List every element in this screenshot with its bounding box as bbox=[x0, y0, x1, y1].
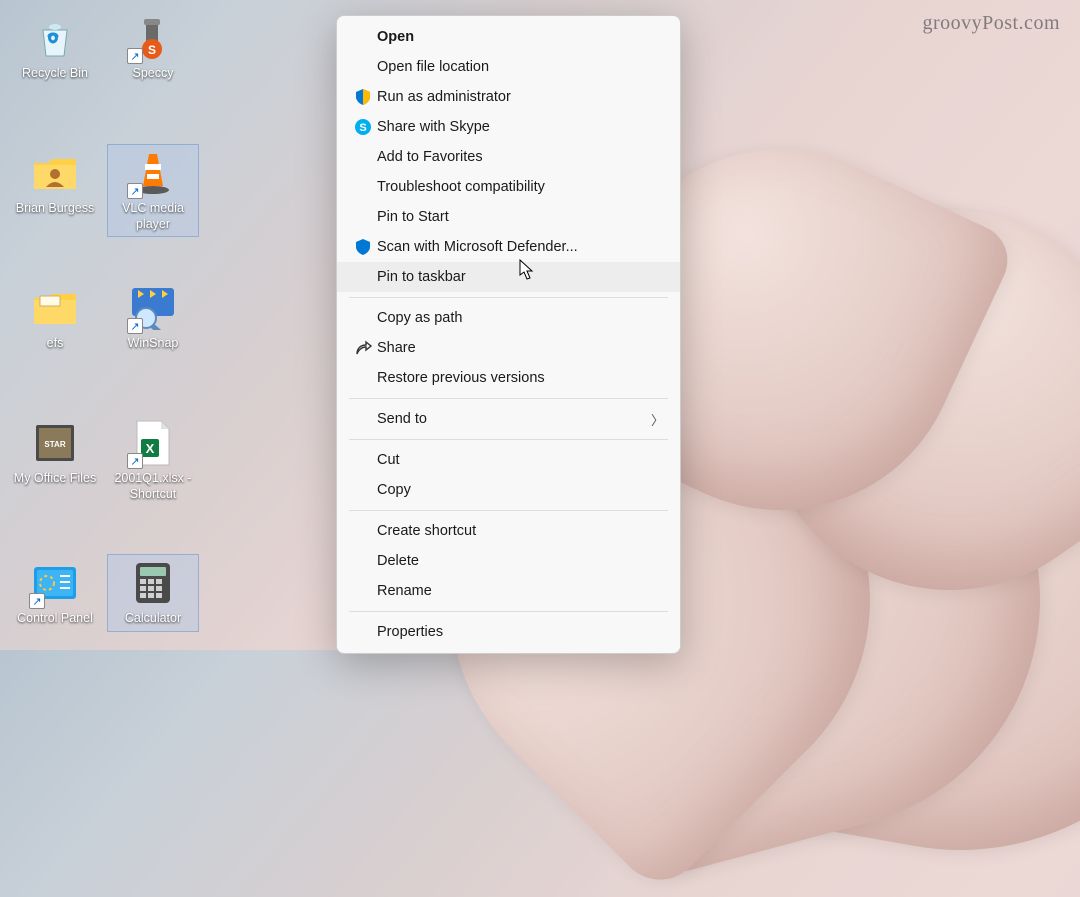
icon-label: Recycle Bin bbox=[22, 66, 88, 82]
vlc-icon: ↗ bbox=[129, 149, 177, 197]
menu-item-label: Add to Favorites bbox=[377, 149, 664, 165]
menu-item-label: Copy as path bbox=[377, 310, 664, 326]
desktop-icon-speccy[interactable]: S ↗ Speccy bbox=[108, 10, 198, 86]
menu-item-label: Pin to Start bbox=[377, 209, 664, 225]
menu-item-pin-start[interactable]: Pin to Start bbox=[337, 202, 680, 232]
desktop-icon-excel-shortcut[interactable]: X ↗ 2001Q1.xlsx - Shortcut bbox=[108, 415, 198, 506]
shortcut-overlay-icon: ↗ bbox=[127, 183, 143, 199]
speccy-icon: S ↗ bbox=[129, 14, 177, 62]
icon-label: Calculator bbox=[125, 611, 181, 627]
menu-item-share[interactable]: Share bbox=[337, 333, 680, 363]
menu-item-label: Create shortcut bbox=[377, 523, 664, 539]
icon-label: Speccy bbox=[133, 66, 174, 82]
menu-item-label: Restore previous versions bbox=[377, 370, 664, 386]
menu-item-run-as-admin[interactable]: Run as administrator bbox=[337, 82, 680, 112]
menu-item-create-shortcut[interactable]: Create shortcut bbox=[337, 516, 680, 546]
menu-item-label: Open file location bbox=[377, 59, 664, 75]
menu-item-defender-scan[interactable]: Scan with Microsoft Defender... bbox=[337, 232, 680, 262]
shortcut-overlay-icon: ↗ bbox=[127, 453, 143, 469]
menu-item-label: Troubleshoot compatibility bbox=[377, 179, 664, 195]
menu-item-label: Open bbox=[377, 29, 664, 45]
icon-label: Brian Burgess bbox=[16, 201, 95, 217]
menu-item-cut[interactable]: Cut bbox=[337, 445, 680, 475]
shortcut-overlay-icon: ↗ bbox=[29, 593, 45, 609]
svg-text:S: S bbox=[148, 43, 156, 57]
icon-label: 2001Q1.xlsx - Shortcut bbox=[110, 471, 196, 502]
folder-icon bbox=[31, 284, 79, 332]
icon-label: WinSnap bbox=[128, 336, 179, 352]
menu-item-label: Run as administrator bbox=[377, 89, 664, 105]
menu-item-send-to[interactable]: Send to 〉 bbox=[337, 404, 680, 434]
menu-item-rename[interactable]: Rename bbox=[337, 576, 680, 606]
menu-separator bbox=[349, 398, 668, 399]
calculator-icon bbox=[129, 559, 177, 607]
icon-label: efs bbox=[47, 336, 64, 352]
menu-separator bbox=[349, 510, 668, 511]
desktop-icon-control-panel[interactable]: ↗ Control Panel bbox=[10, 555, 100, 631]
menu-item-label: Rename bbox=[377, 583, 664, 599]
shield-admin-icon bbox=[349, 88, 377, 106]
menu-item-label: Copy bbox=[377, 482, 664, 498]
menu-item-label: Scan with Microsoft Defender... bbox=[377, 239, 664, 255]
winsnap-icon: ↗ bbox=[129, 284, 177, 332]
menu-item-label: Share with Skype bbox=[377, 119, 664, 135]
menu-item-troubleshoot[interactable]: Troubleshoot compatibility bbox=[337, 172, 680, 202]
desktop-icon-recycle-bin[interactable]: Recycle Bin bbox=[10, 10, 100, 86]
menu-item-pin-taskbar[interactable]: Pin to taskbar bbox=[337, 262, 680, 292]
menu-item-properties[interactable]: Properties bbox=[337, 617, 680, 647]
context-menu: Open Open file location Run as administr… bbox=[336, 15, 681, 654]
menu-item-delete[interactable]: Delete bbox=[337, 546, 680, 576]
control-panel-icon: ↗ bbox=[31, 559, 79, 607]
menu-item-label: Delete bbox=[377, 553, 664, 569]
desktop-icon-vlc[interactable]: ↗ VLC media player bbox=[108, 145, 198, 236]
icon-label: My Office Files bbox=[14, 471, 96, 487]
desktop-icon-my-office-files[interactable]: STAR My Office Files bbox=[10, 415, 100, 491]
menu-item-label: Share bbox=[377, 340, 664, 356]
desktop-icon-efs[interactable]: efs bbox=[10, 280, 100, 356]
desktop-icon-brian-burgess[interactable]: Brian Burgess bbox=[10, 145, 100, 221]
menu-separator bbox=[349, 439, 668, 440]
defender-shield-icon bbox=[349, 238, 377, 256]
excel-file-icon: X ↗ bbox=[129, 419, 177, 467]
watermark-text: groovyPost.com bbox=[922, 12, 1060, 35]
menu-separator bbox=[349, 611, 668, 612]
share-icon bbox=[349, 339, 377, 357]
menu-item-copy[interactable]: Copy bbox=[337, 475, 680, 505]
menu-separator bbox=[349, 297, 668, 298]
icon-label: VLC media player bbox=[110, 201, 196, 232]
recycle-bin-icon bbox=[31, 14, 79, 62]
menu-item-open[interactable]: Open bbox=[337, 22, 680, 52]
desktop: Recycle Bin Brian Burgess efs bbox=[0, 0, 8, 8]
menu-item-copy-path[interactable]: Copy as path bbox=[337, 303, 680, 333]
shortcut-overlay-icon: ↗ bbox=[127, 318, 143, 334]
icon-label: Control Panel bbox=[17, 611, 93, 627]
user-folder-icon bbox=[31, 149, 79, 197]
menu-item-label: Send to bbox=[377, 411, 651, 427]
menu-item-add-favorites[interactable]: Add to Favorites bbox=[337, 142, 680, 172]
menu-item-label: Cut bbox=[377, 452, 664, 468]
svg-text:STAR: STAR bbox=[44, 440, 65, 449]
menu-item-label: Pin to taskbar bbox=[377, 269, 664, 285]
desktop-icon-winsnap[interactable]: ↗ WinSnap bbox=[108, 280, 198, 356]
chevron-right-icon: 〉 bbox=[651, 410, 664, 429]
menu-item-open-file-location[interactable]: Open file location bbox=[337, 52, 680, 82]
menu-item-share-skype[interactable]: S Share with Skype bbox=[337, 112, 680, 142]
svg-text:X: X bbox=[146, 441, 155, 456]
shortcut-overlay-icon: ↗ bbox=[127, 48, 143, 64]
office-folder-icon: STAR bbox=[31, 419, 79, 467]
desktop-icon-calculator[interactable]: Calculator bbox=[108, 555, 198, 631]
menu-item-label: Properties bbox=[377, 624, 664, 640]
skype-icon: S bbox=[349, 118, 377, 136]
svg-text:S: S bbox=[359, 122, 366, 134]
menu-item-restore-versions[interactable]: Restore previous versions bbox=[337, 363, 680, 393]
